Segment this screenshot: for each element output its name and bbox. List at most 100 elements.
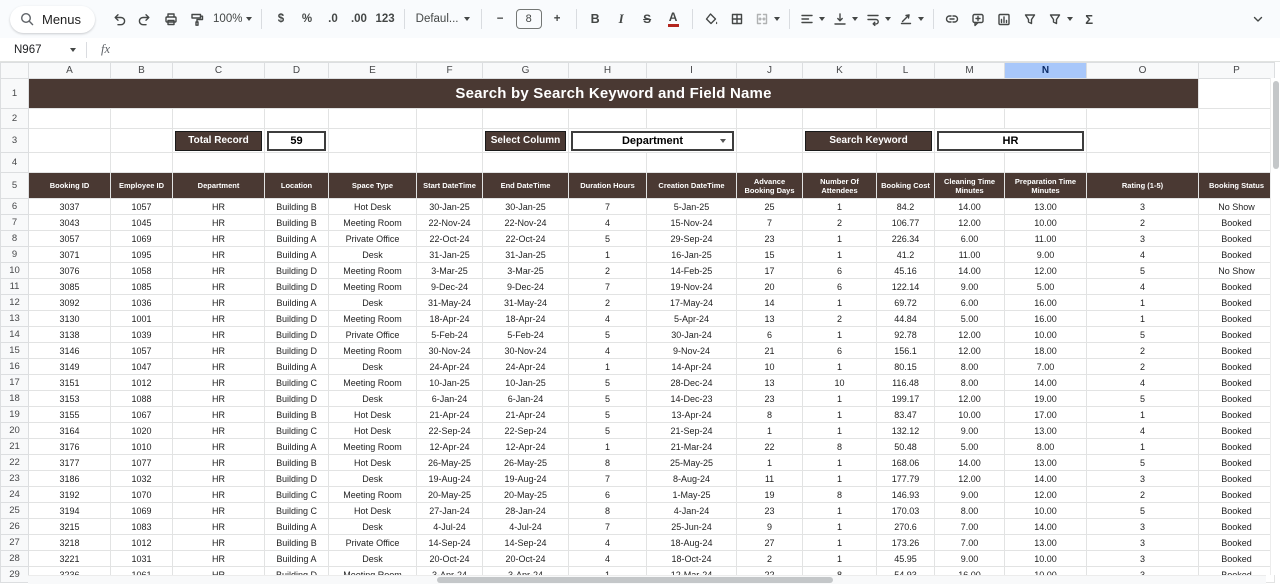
cell[interactable]: 22-Oct-24 <box>416 230 483 247</box>
cell[interactable] <box>482 152 569 173</box>
cell[interactable]: 2 <box>1086 342 1199 359</box>
cell[interactable]: Building D <box>264 278 329 295</box>
cell[interactable]: 2 <box>1086 214 1199 231</box>
cell[interactable]: 1 <box>802 406 877 423</box>
cell[interactable]: 1 <box>1086 438 1199 455</box>
cell[interactable]: 5-Feb-24 <box>416 326 483 343</box>
cell[interactable]: 122.14 <box>876 278 935 295</box>
cell[interactable]: 5 <box>1086 262 1199 279</box>
cell[interactable]: 18-Aug-24 <box>646 534 737 551</box>
cell[interactable] <box>1198 152 1275 173</box>
cell[interactable]: 16-Jan-25 <box>646 246 737 263</box>
cell[interactable]: 3177 <box>28 454 111 471</box>
cell[interactable]: 4 <box>568 550 647 567</box>
cell[interactable]: Desk <box>328 390 417 407</box>
row-header-19[interactable]: 19 <box>0 406 29 423</box>
cell[interactable]: 12.00 <box>1004 486 1087 503</box>
column-header-c[interactable]: C <box>172 62 265 79</box>
cell[interactable]: Booked <box>1198 278 1275 295</box>
filter-views-button[interactable] <box>1044 6 1076 32</box>
cell[interactable]: 3092 <box>28 294 111 311</box>
cell[interactable]: 18-Apr-24 <box>482 310 569 327</box>
column-header-e[interactable]: E <box>328 62 417 79</box>
cell[interactable]: Desk <box>328 470 417 487</box>
row-header-8[interactable]: 8 <box>0 230 29 247</box>
cell[interactable]: HR <box>172 406 265 423</box>
cell[interactable]: 3 <box>1086 550 1199 567</box>
cell[interactable]: 14 <box>736 294 803 311</box>
cell[interactable]: 22-Oct-24 <box>482 230 569 247</box>
cell[interactable]: Booked <box>1198 390 1275 407</box>
cell[interactable] <box>264 108 329 129</box>
cell[interactable]: 1020 <box>110 422 173 439</box>
cell[interactable]: 2 <box>1086 358 1199 375</box>
insert-chart-button[interactable] <box>992 6 1017 32</box>
cell[interactable]: 5 <box>1086 454 1199 471</box>
cell[interactable]: 2 <box>802 214 877 231</box>
cell[interactable]: 1 <box>736 454 803 471</box>
cell[interactable] <box>172 108 265 129</box>
cell[interactable]: 14.00 <box>934 454 1005 471</box>
row-header-23[interactable]: 23 <box>0 470 29 487</box>
column-header-a[interactable]: A <box>28 62 111 79</box>
cell[interactable] <box>802 108 877 129</box>
cell[interactable]: 17 <box>736 262 803 279</box>
cell[interactable]: 7 <box>736 214 803 231</box>
cell[interactable]: 1001 <box>110 310 173 327</box>
cell[interactable]: 14-Sep-24 <box>482 534 569 551</box>
row-header-22[interactable]: 22 <box>0 454 29 471</box>
cell[interactable]: 17.00 <box>1004 406 1087 423</box>
cell[interactable]: Desk <box>328 246 417 263</box>
cell[interactable]: Building D <box>264 262 329 279</box>
cell[interactable]: 4 <box>568 342 647 359</box>
cell[interactable]: 3146 <box>28 342 111 359</box>
cell[interactable]: 16.00 <box>1004 310 1087 327</box>
cell[interactable]: HR <box>172 342 265 359</box>
cell[interactable]: 22-Sep-24 <box>416 422 483 439</box>
cell[interactable] <box>416 108 483 129</box>
cell[interactable]: HR <box>172 374 265 391</box>
cell[interactable]: 1057 <box>110 342 173 359</box>
row-header-24[interactable]: 24 <box>0 486 29 503</box>
cell[interactable]: 3138 <box>28 326 111 343</box>
cell[interactable]: Building A <box>264 518 329 535</box>
cell[interactable] <box>264 152 329 173</box>
row-header-28[interactable]: 28 <box>0 550 29 567</box>
cell[interactable]: Booked <box>1198 326 1275 343</box>
cell[interactable]: Meeting Room <box>328 278 417 295</box>
cell[interactable]: 1045 <box>110 214 173 231</box>
cell[interactable]: 1069 <box>110 230 173 247</box>
strikethrough-button[interactable]: S <box>635 6 660 32</box>
cell[interactable]: 12.00 <box>934 470 1005 487</box>
cell[interactable]: HR <box>172 262 265 279</box>
cell[interactable]: 3164 <box>28 422 111 439</box>
cell[interactable]: 5 <box>568 422 647 439</box>
row-header-16[interactable]: 16 <box>0 358 29 375</box>
cell[interactable]: 1 <box>802 198 877 215</box>
cell[interactable]: Booked <box>1198 534 1275 551</box>
cell[interactable]: HR <box>172 294 265 311</box>
cell[interactable]: 9.00 <box>934 550 1005 567</box>
cell[interactable]: 20 <box>736 278 803 295</box>
cell[interactable]: 1012 <box>110 534 173 551</box>
cell[interactable] <box>482 108 569 129</box>
cell[interactable]: 45.95 <box>876 550 935 567</box>
row-header-14[interactable]: 14 <box>0 326 29 343</box>
cell[interactable]: 1039 <box>110 326 173 343</box>
cell[interactable]: 10.00 <box>1004 326 1087 343</box>
cell[interactable]: 3186 <box>28 470 111 487</box>
column-header-m[interactable]: M <box>934 62 1005 79</box>
cell[interactable]: 1 <box>802 390 877 407</box>
cell[interactable]: 4 <box>1086 374 1199 391</box>
cell[interactable]: 4-Jan-24 <box>646 502 737 519</box>
cell[interactable]: 22-Nov-24 <box>482 214 569 231</box>
cell[interactable]: 1010 <box>110 438 173 455</box>
cell[interactable]: 5 <box>568 374 647 391</box>
cell[interactable]: Booked <box>1198 502 1275 519</box>
cell[interactable]: Desk <box>328 550 417 567</box>
cell[interactable]: 1 <box>802 230 877 247</box>
cell[interactable]: HR <box>172 230 265 247</box>
undo-button[interactable] <box>106 6 131 32</box>
cell[interactable]: Meeting Room <box>328 262 417 279</box>
cell[interactable] <box>1086 108 1199 129</box>
